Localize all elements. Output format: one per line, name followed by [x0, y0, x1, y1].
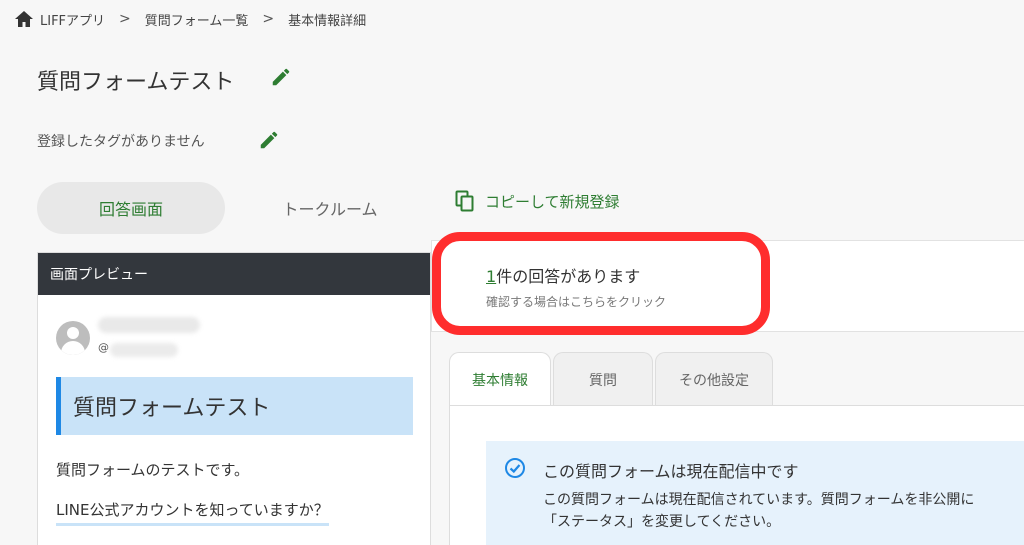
status-info-box: この質問フォームは現在配信中です この質問フォームは現在配信されています。質問フ… [486, 441, 1024, 545]
home-icon[interactable] [14, 10, 34, 28]
screen-preview-panel: 画面プレビュー @ 質問フォームテスト 質問フォームのテストです。 LINE公式… [37, 252, 431, 545]
tab-basic-info[interactable]: 基本情報 [449, 352, 551, 406]
page-title: 質問フォームテスト [37, 70, 235, 95]
pencil-icon[interactable] [258, 129, 280, 151]
copy-icon [455, 190, 475, 212]
preview-form-description: 質問フォームのテストです。 [56, 461, 250, 479]
blurred-account-name [98, 317, 200, 333]
preview-form-title: 質問フォームテスト [56, 377, 413, 435]
talkroom-view-button[interactable]: トークルーム [236, 182, 424, 234]
answer-view-button[interactable]: 回答画面 [37, 182, 225, 234]
breadcrumb-form-list[interactable]: 質問フォーム一覧 [145, 10, 249, 29]
account-id-prefix: @ [98, 341, 109, 354]
tab-other-settings[interactable]: その他設定 [655, 352, 773, 406]
tags-empty-text: 登録したタグがありません [37, 134, 205, 150]
detail-tabs: 基本情報 質問 その他設定 [449, 352, 775, 406]
blurred-account-id [110, 343, 178, 357]
preview-header: 画面プレビュー [38, 253, 430, 295]
chevron-right-icon: > [119, 11, 131, 27]
copy-link-label: コピーして新規登録 [485, 192, 620, 211]
chevron-right-icon: > [262, 11, 275, 27]
red-highlight-annotation [432, 232, 770, 335]
status-body: この質問フォームは現在配信されています。質問フォームを非公開に 「ステータス」を… [543, 489, 974, 533]
preview-question: LINE公式アカウントを知っていますか？ [56, 499, 329, 526]
check-circle-icon [504, 457, 526, 479]
breadcrumb-current: 基本情報詳細 [288, 13, 367, 29]
breadcrumb-liff-app[interactable]: LIFFアプリ [40, 10, 105, 29]
status-line-2: 「ステータス」を変更してください。 [543, 514, 781, 530]
avatar-icon [56, 321, 90, 355]
pencil-icon[interactable] [270, 66, 292, 88]
status-line-1: この質問フォームは現在配信されています。質問フォームを非公開に [543, 492, 975, 508]
copy-new-register-link[interactable]: コピーして新規登録 [455, 190, 620, 212]
breadcrumb: LIFFアプリ > 質問フォーム一覧 > 基本情報詳細 [14, 8, 366, 30]
tab-questions[interactable]: 質問 [553, 352, 653, 406]
status-title: この質問フォームは現在配信中です [543, 462, 799, 481]
